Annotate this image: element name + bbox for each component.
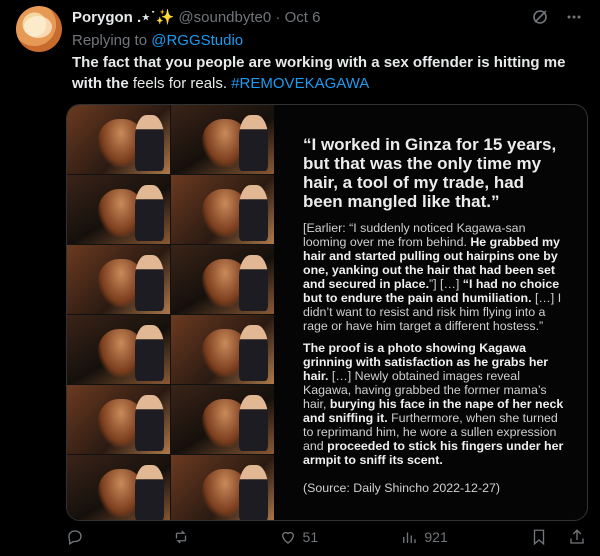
- like-count: 51: [302, 529, 319, 545]
- quote-source: (Source: Daily Shincho 2022-12-27): [303, 481, 500, 495]
- collage-photo: [67, 315, 170, 384]
- reply-mention-link[interactable]: @RGGStudio: [151, 32, 243, 49]
- grok-icon[interactable]: [532, 9, 548, 30]
- photo-collage: [67, 105, 274, 520]
- quote-paragraph-1: [Earlier: “I suddenly noticed Kagawa-san…: [303, 221, 565, 333]
- bookmark-icon: [533, 529, 545, 546]
- views-button[interactable]: 921: [400, 528, 448, 546]
- handle[interactable]: @soundbyte0: [178, 9, 271, 26]
- collage-photo: [67, 245, 170, 314]
- quote-headline: “I worked in Ginza for 15 years, but tha…: [303, 135, 557, 211]
- like-button[interactable]: 51: [279, 528, 319, 546]
- views-icon: [403, 532, 417, 543]
- retweet-icon: [176, 530, 187, 544]
- retweet-button[interactable]: [172, 528, 196, 546]
- collage-photo: [67, 385, 170, 454]
- collage-photo: [171, 315, 274, 384]
- quote-paragraph-2: The proof is a photo showing Kagawa grin…: [303, 341, 565, 467]
- name-emoji: .⋆˙✨: [137, 9, 175, 26]
- like-icon: [281, 531, 294, 544]
- image-quote-text: “I worked in Ginza for 15 years, but tha…: [303, 135, 565, 495]
- timestamp[interactable]: Oct 6: [285, 9, 321, 26]
- right-actions: [530, 528, 586, 546]
- share-button[interactable]: [568, 528, 586, 546]
- top-actions: [532, 9, 582, 30]
- post-text-rest: feels for reals.: [128, 75, 232, 92]
- share-icon: [570, 529, 584, 544]
- display-name[interactable]: Porygon: [72, 9, 133, 26]
- reply-prefix: Replying to: [72, 32, 152, 49]
- collage-photo: [67, 105, 170, 174]
- bookmark-button[interactable]: [530, 528, 548, 546]
- hashtag-link[interactable]: #REMOVEKAGAWA: [231, 75, 369, 92]
- post-text: The fact that you people are working wit…: [72, 52, 582, 94]
- reply-icon: [68, 530, 82, 545]
- separator: ·: [275, 9, 281, 26]
- quote-text-bold: proceeded to stick his fingers under her…: [303, 439, 564, 467]
- views-count: 921: [424, 529, 448, 545]
- action-bar: 51 921: [66, 528, 586, 546]
- collage-photo: [67, 455, 170, 520]
- post-header: Porygon .⋆˙✨ @soundbyte0 · Oct 6: [72, 8, 320, 26]
- avatar[interactable]: [16, 6, 62, 52]
- reply-button[interactable]: [66, 528, 90, 546]
- collage-photo: [171, 175, 274, 244]
- attached-image[interactable]: “I worked in Ginza for 15 years, but tha…: [66, 104, 588, 521]
- replying-to: Replying to @RGGStudio: [72, 32, 243, 49]
- collage-photo: [67, 175, 170, 244]
- collage-photo: [171, 105, 274, 174]
- more-icon[interactable]: [566, 9, 582, 30]
- collage-photo: [171, 385, 274, 454]
- collage-photo: [171, 455, 274, 520]
- quote-text: ”] […]: [429, 277, 463, 291]
- collage-photo: [171, 245, 274, 314]
